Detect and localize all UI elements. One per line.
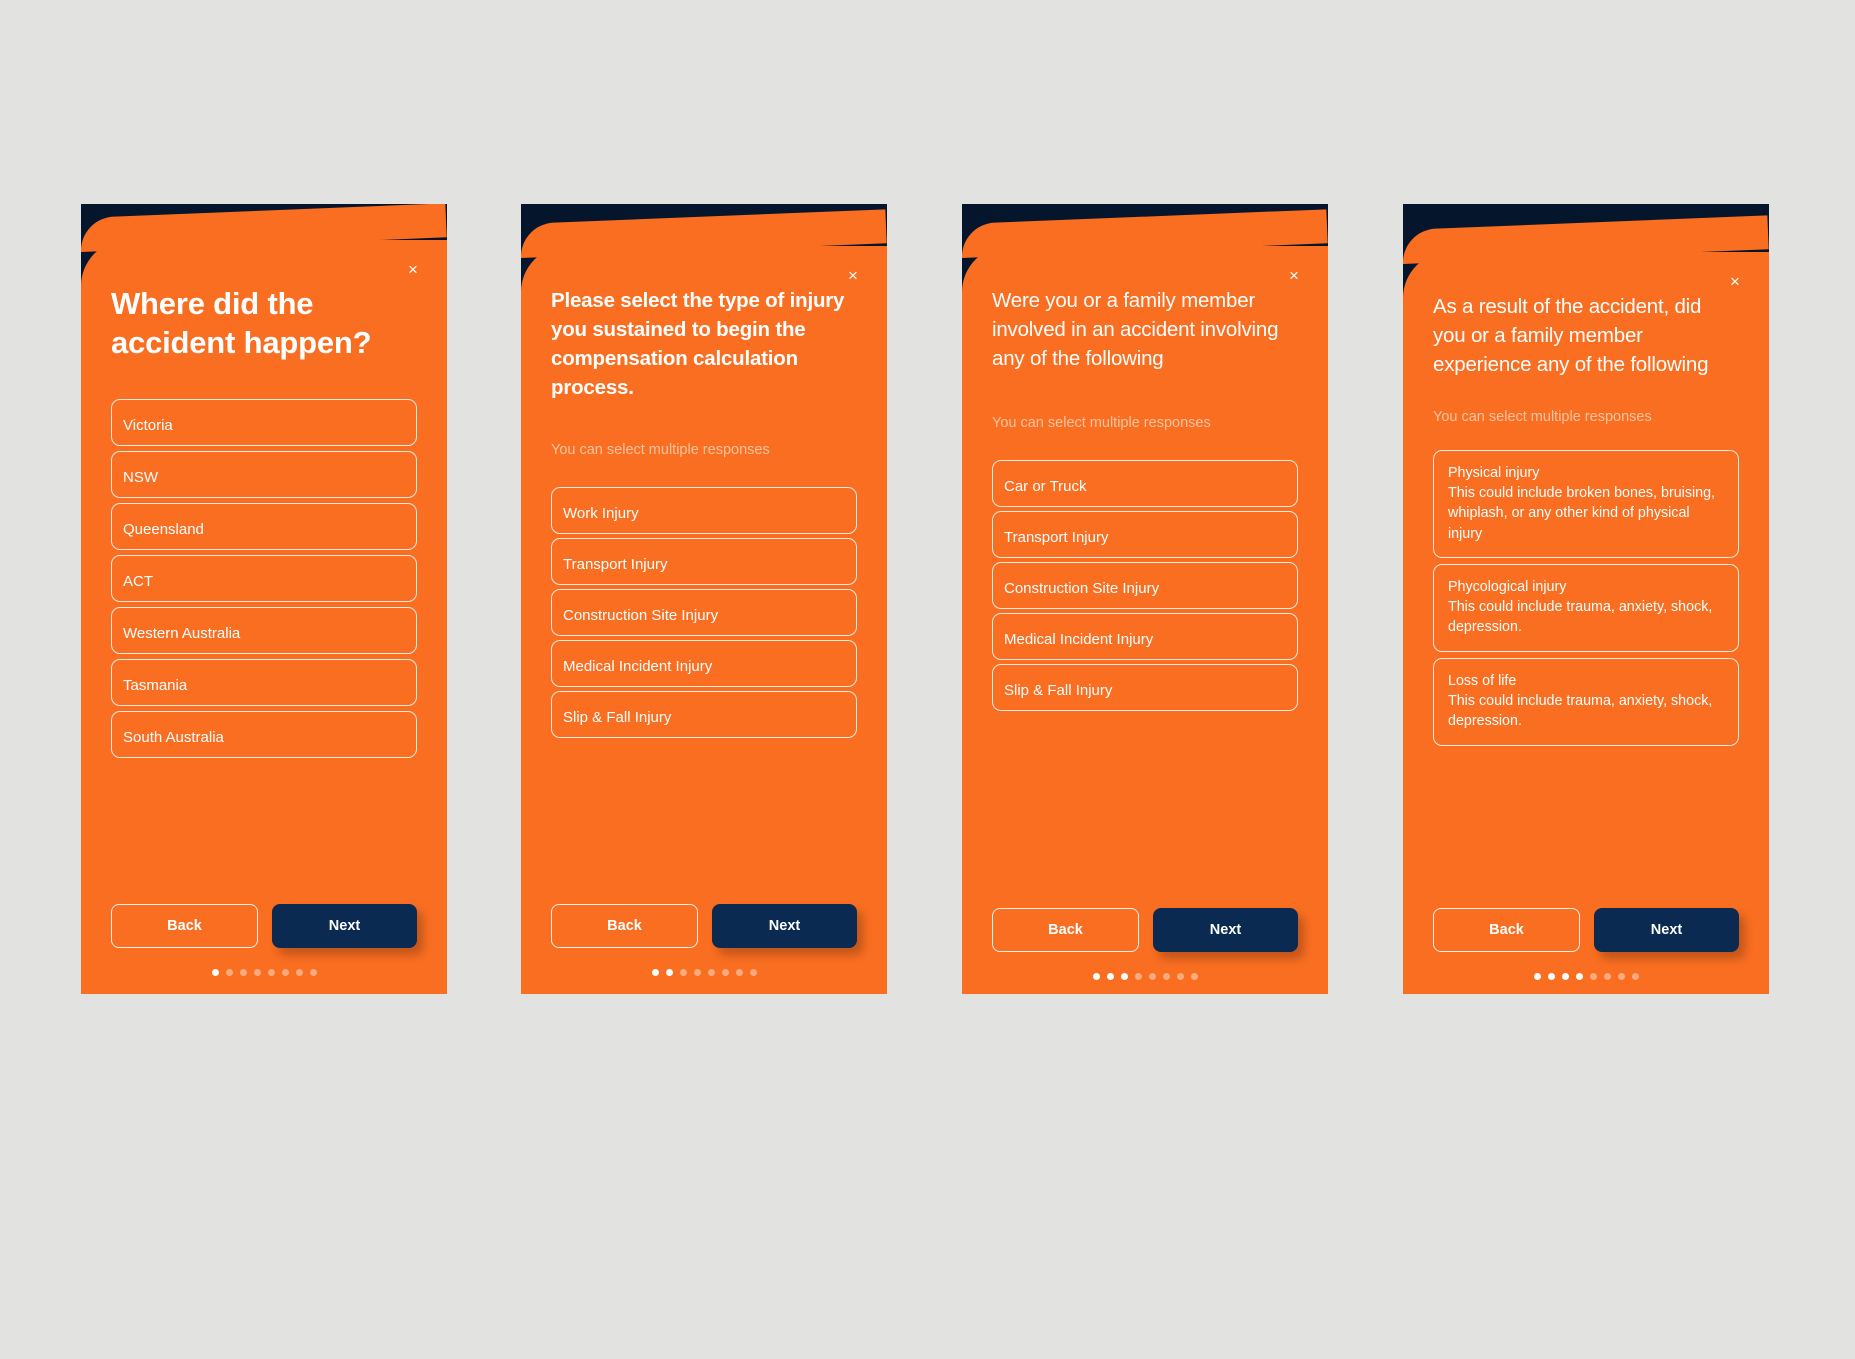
multi-select-note: You can select multiple responses: [992, 415, 1211, 432]
option-label: Medical Incident Injury: [563, 657, 713, 675]
option-label: ACT: [123, 573, 153, 591]
option-label: Tasmania: [123, 677, 188, 695]
option-item[interactable]: Physical injury This could include broke…: [1433, 449, 1739, 558]
phone-frame-experience: × As a result of the accident, did you o…: [1403, 204, 1769, 994]
option-item[interactable]: NSW: [111, 451, 417, 499]
option-label: Loss of life: [1448, 672, 1517, 689]
option-label: Physical injury: [1448, 464, 1540, 481]
question-sheet-injury-type: × Please select the type of injury you s…: [521, 246, 887, 994]
close-icon[interactable]: ×: [1282, 264, 1306, 288]
option-item[interactable]: South Australia: [111, 711, 417, 759]
option-item[interactable]: Phycological injury This could include t…: [1433, 563, 1739, 652]
option-description: This could include trauma, anxiety, shoc…: [1448, 693, 1713, 730]
close-icon[interactable]: ×: [841, 264, 865, 288]
option-label: Queensland: [123, 521, 204, 539]
option-item[interactable]: Medical Incident Injury: [551, 639, 857, 687]
screen-mockup-board: × Where did the accident happen? Victori…: [0, 0, 1855, 1359]
option-item[interactable]: Victoria: [111, 399, 417, 447]
option-label: Western Australia: [123, 625, 241, 643]
option-label: Transport Injury: [1004, 528, 1109, 546]
back-button[interactable]: Back: [992, 908, 1139, 952]
option-item[interactable]: Queensland: [111, 503, 417, 551]
phone-frame-location: × Where did the accident happen? Victori…: [81, 204, 447, 994]
next-button[interactable]: Next: [712, 904, 857, 948]
back-button[interactable]: Back: [1433, 908, 1580, 952]
next-button[interactable]: Next: [1594, 908, 1739, 952]
option-item[interactable]: Slip & Fall Injury: [551, 690, 857, 738]
close-icon[interactable]: ×: [1723, 270, 1747, 294]
multi-select-note: You can select multiple responses: [1433, 409, 1652, 426]
phone-frame-injury-type: × Please select the type of injury you s…: [521, 204, 887, 994]
option-item[interactable]: ACT: [111, 555, 417, 603]
option-item[interactable]: Tasmania: [111, 659, 417, 707]
option-label: Medical Incident Injury: [1004, 630, 1154, 648]
option-item[interactable]: Work Injury: [551, 486, 857, 534]
footer-buttons: Back Next: [551, 904, 857, 948]
option-list: Car or Truck Transport Injury Constructi…: [992, 459, 1298, 711]
option-label: Transport Injury: [563, 555, 668, 573]
option-list: Work Injury Transport Injury Constructio…: [551, 486, 857, 738]
page-title: Were you or a family member involved in …: [992, 289, 1279, 371]
page-title: Where did the accident happen?: [111, 286, 372, 361]
option-description: This could include broken bones, bruisin…: [1448, 484, 1716, 542]
close-icon[interactable]: ×: [401, 258, 425, 282]
option-item[interactable]: Loss of life This could include trauma, …: [1433, 657, 1739, 746]
question-sheet-accident-involvement: × Were you or a family member involved i…: [962, 246, 1328, 994]
next-button[interactable]: Next: [272, 904, 417, 948]
phone-frame-accident-involvement: × Were you or a family member involved i…: [962, 204, 1328, 994]
option-label: South Australia: [123, 729, 224, 747]
option-description: This could include trauma, anxiety, shoc…: [1448, 599, 1713, 636]
option-item[interactable]: Medical Incident Injury: [992, 612, 1298, 660]
page-title: Please select the type of injury you sus…: [551, 289, 845, 400]
option-list: Victoria NSW Queensland ACT Western Aust…: [111, 399, 417, 759]
option-label: Victoria: [123, 417, 173, 435]
next-button[interactable]: Next: [1153, 908, 1298, 952]
option-label: Construction Site Injury: [1004, 579, 1160, 597]
option-item[interactable]: Transport Injury: [992, 510, 1298, 558]
question-sheet-experience: × As a result of the accident, did you o…: [1403, 252, 1769, 994]
option-item[interactable]: Construction Site Injury: [992, 561, 1298, 609]
page-title: As a result of the accident, did you or …: [1433, 295, 1709, 377]
footer-buttons: Back Next: [992, 908, 1298, 952]
question-sheet-location: × Where did the accident happen? Victori…: [81, 240, 447, 994]
option-label: NSW: [123, 469, 158, 487]
option-item[interactable]: Car or Truck: [992, 459, 1298, 507]
option-label: Work Injury: [563, 504, 639, 522]
option-item[interactable]: Slip & Fall Injury: [992, 663, 1298, 711]
option-item[interactable]: Western Australia: [111, 607, 417, 655]
option-list: Physical injury This could include broke…: [1433, 449, 1739, 746]
option-item[interactable]: Transport Injury: [551, 537, 857, 585]
option-label: Phycological injury: [1448, 578, 1567, 595]
option-label: Slip & Fall Injury: [563, 708, 672, 726]
back-button[interactable]: Back: [551, 904, 698, 948]
footer-buttons: Back Next: [1433, 908, 1739, 952]
footer-buttons: Back Next: [111, 904, 417, 948]
back-button[interactable]: Back: [111, 904, 258, 948]
option-label: Car or Truck: [1004, 477, 1087, 495]
option-label: Slip & Fall Injury: [1004, 681, 1113, 699]
multi-select-note: You can select multiple responses: [551, 442, 770, 459]
option-item[interactable]: Construction Site Injury: [551, 588, 857, 636]
option-label: Construction Site Injury: [563, 606, 719, 624]
